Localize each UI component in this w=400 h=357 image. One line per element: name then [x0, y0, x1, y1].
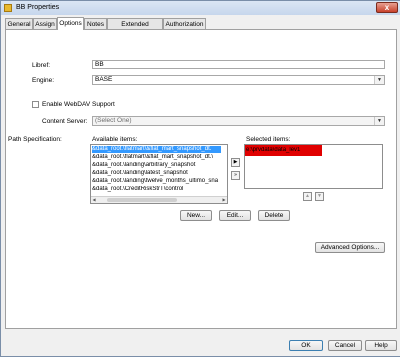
path-spec-label: Path Specification:: [8, 136, 62, 143]
list-item[interactable]: &data_root.\landing\arbitrary_snapshot: [92, 162, 227, 169]
selected-items-label: Selected items:: [246, 136, 291, 143]
scrollbar-thumb[interactable]: [107, 198, 177, 202]
webdav-checkbox[interactable]: [32, 101, 39, 108]
new-button[interactable]: New...: [180, 210, 212, 221]
move-down-button[interactable]: ▼: [315, 192, 324, 201]
selected-items-list[interactable]: e:\prvdata\data_lev1: [244, 144, 383, 189]
edit-button[interactable]: Edit...: [219, 210, 251, 221]
engine-value: BASE: [95, 76, 113, 83]
content-server-label: Content Server:: [42, 118, 88, 125]
list-item[interactable]: &data_root.\CreditRiskStrT\control: [92, 186, 227, 193]
move-all-right-button[interactable]: »: [231, 171, 240, 180]
libref-label: Libref:: [32, 62, 51, 69]
list-item[interactable]: &data_root.\flatmart\&flat_mart_snapshot…: [92, 154, 227, 161]
list-item[interactable]: &data_root.\landing\twelve_months_ultimo…: [92, 178, 227, 185]
available-items-label: Available items:: [92, 136, 138, 143]
webdav-label: Enable WebDAV Support: [42, 101, 115, 108]
available-items-list[interactable]: &data_root.\flatmart\&flat_mart_snapshot…: [90, 144, 228, 204]
list-item[interactable]: &data_root.\flatmart\&flat_mart_snapshot…: [92, 146, 221, 153]
libref-field[interactable]: BB: [92, 60, 385, 69]
delete-button[interactable]: Delete: [258, 210, 290, 221]
tab-options[interactable]: Options: [57, 17, 84, 30]
tab-assign[interactable]: Assign: [33, 18, 57, 29]
chevron-down-icon[interactable]: ▼: [374, 117, 384, 125]
chevron-down-icon[interactable]: ▼: [374, 76, 384, 84]
ok-button[interactable]: OK: [289, 340, 323, 351]
options-panel: Libref: BB Engine: BASE ▼ Enable WebDAV …: [5, 29, 397, 329]
tab-notes[interactable]: Notes: [84, 18, 107, 29]
move-right-button[interactable]: ▶: [231, 158, 240, 167]
list-item[interactable]: e:\prvdata\data_lev1: [246, 147, 320, 154]
close-button[interactable]: x: [376, 2, 398, 13]
title-bar: BB Properties x: [1, 1, 400, 15]
properties-window: BB Properties x General Assign Options N…: [0, 0, 400, 357]
cancel-button[interactable]: Cancel: [328, 340, 362, 351]
content-server-select[interactable]: (Select One) ▼: [92, 116, 385, 126]
advanced-options-button[interactable]: Advanced Options...: [315, 242, 385, 253]
scroll-right-icon[interactable]: ▶: [221, 197, 227, 203]
engine-select[interactable]: BASE ▼: [92, 75, 385, 85]
tab-authorization[interactable]: Authorization: [163, 18, 206, 29]
list-item[interactable]: &data_root.\landing\latest_snapshot: [92, 170, 227, 177]
content-server-value: (Select One): [95, 117, 132, 124]
window-title: BB Properties: [16, 4, 60, 11]
scroll-left-icon[interactable]: ◀: [91, 197, 97, 203]
help-button[interactable]: Help: [365, 340, 397, 351]
tab-general[interactable]: General: [5, 18, 33, 29]
folder-icon: [4, 4, 12, 12]
horizontal-scrollbar[interactable]: ◀ ▶: [91, 196, 227, 203]
engine-label: Engine:: [32, 77, 55, 84]
move-up-button[interactable]: ▲: [303, 192, 312, 201]
tab-extended-attributes[interactable]: Extended Attributes: [107, 18, 163, 39]
